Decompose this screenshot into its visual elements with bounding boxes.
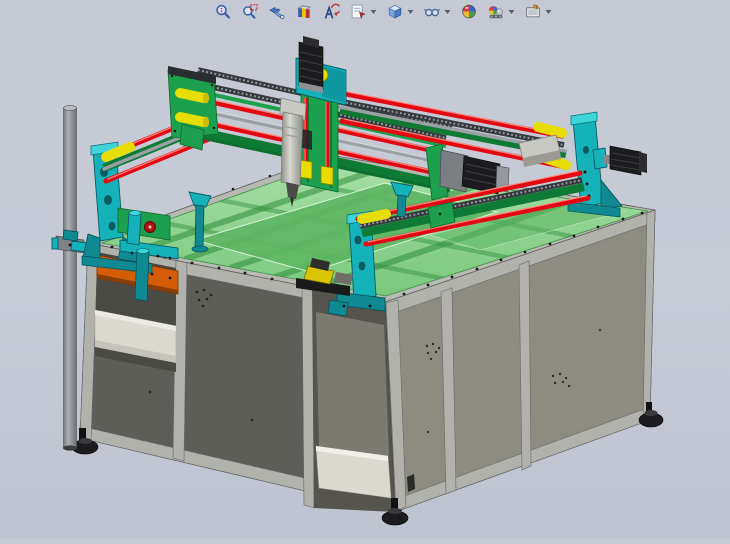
heads-up-view-toolbar — [210, 1, 557, 22]
zoom-to-fit-icon — [215, 3, 232, 20]
zoom-to-fit-button[interactable] — [214, 2, 233, 21]
display-style-dropdown[interactable] — [407, 8, 415, 16]
apply-scene-dropdown[interactable] — [508, 8, 516, 16]
hide-show-items-dropdown[interactable] — [444, 8, 452, 16]
view-settings-dropdown[interactable] — [545, 8, 553, 16]
dynamic-annotation-views-button[interactable] — [322, 2, 341, 21]
open-bay[interactable] — [312, 286, 395, 512]
z-axis-assembly[interactable] — [280, 36, 346, 207]
view-orientation-button[interactable] — [349, 2, 368, 21]
hide-show-items-icon — [424, 3, 441, 20]
cad-graphics-area[interactable] — [0, 0, 730, 539]
view-settings-icon — [525, 3, 542, 20]
edit-appearance-button[interactable] — [460, 2, 479, 21]
display-style-icon — [387, 3, 404, 20]
dynamic-annotation-views-icon — [323, 3, 340, 20]
cnc-machine-assembly[interactable] — [0, 0, 730, 539]
view-orientation-dropdown[interactable] — [370, 8, 378, 16]
section-view-icon — [296, 3, 313, 20]
view-settings-button[interactable] — [524, 2, 543, 21]
right-drive-motor[interactable] — [593, 146, 647, 175]
z-axis-motor[interactable] — [299, 36, 323, 93]
previous-view-icon — [269, 3, 286, 20]
left-cable-post[interactable] — [52, 105, 84, 450]
display-style-button[interactable] — [386, 2, 405, 21]
section-view-button[interactable] — [295, 2, 314, 21]
hide-show-items-button[interactable] — [423, 2, 442, 21]
edit-appearance-icon — [461, 3, 478, 20]
zoom-to-area-button[interactable] — [241, 2, 260, 21]
previous-view-button[interactable] — [268, 2, 287, 21]
apply-scene-button[interactable] — [487, 2, 506, 21]
zoom-to-area-icon — [242, 3, 259, 20]
apply-scene-icon — [488, 3, 505, 20]
view-orientation-icon — [350, 3, 367, 20]
